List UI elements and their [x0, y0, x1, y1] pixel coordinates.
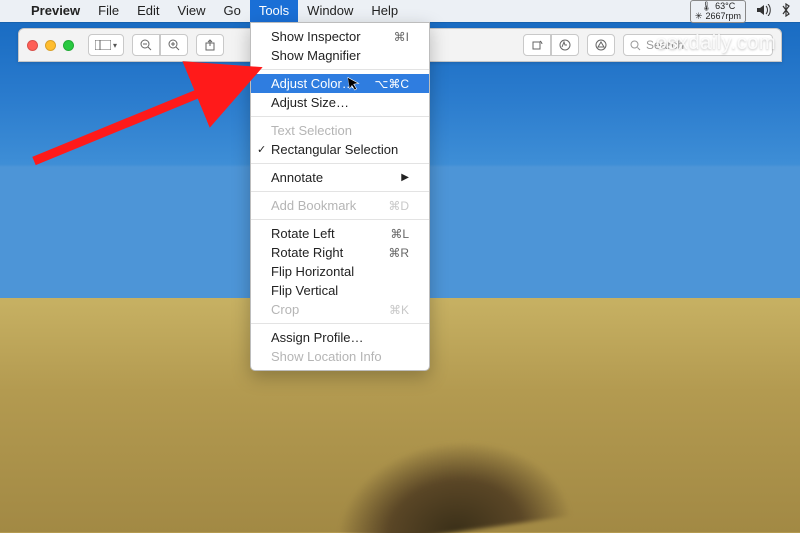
menu-item-label: Adjust Color… — [271, 76, 355, 91]
menu-item-label: Show Location Info — [271, 349, 382, 364]
menu-item-label: Assign Profile… — [271, 330, 363, 345]
menu-item-label: Rectangular Selection — [271, 142, 398, 157]
menu-item-label: Annotate — [271, 170, 323, 185]
menu-view[interactable]: View — [169, 0, 215, 22]
window-minimize-button[interactable] — [45, 40, 56, 51]
markup-button[interactable] — [551, 34, 579, 56]
inspector-button[interactable] — [587, 34, 615, 56]
status-rpm: 2667rpm — [705, 12, 741, 21]
status-temp: 63°C — [715, 2, 735, 11]
zoom-group — [132, 34, 188, 56]
app-menu[interactable]: Preview — [22, 0, 89, 22]
menu-go[interactable]: Go — [214, 0, 249, 22]
menu-item-label: Rotate Left — [271, 226, 335, 241]
menu-item-text-selection: Text Selection — [251, 121, 429, 140]
menu-separator — [251, 191, 429, 192]
submenu-arrow-icon: ▶ — [401, 172, 409, 183]
search-icon — [630, 40, 641, 51]
menu-item-show-inspector[interactable]: Show Inspector ⌘I — [251, 27, 429, 46]
menu-separator — [251, 323, 429, 324]
watermark-text: osxdaily.com — [656, 32, 776, 55]
menu-item-label: Adjust Size… — [271, 95, 349, 110]
menu-item-flip-horizontal[interactable]: Flip Horizontal — [251, 262, 429, 281]
sidebar-view-button[interactable]: ▾ — [88, 34, 124, 56]
menu-item-show-location-info: Show Location Info — [251, 347, 429, 366]
wallpaper-shadow — [294, 354, 594, 533]
menu-item-adjust-size[interactable]: Adjust Size… — [251, 93, 429, 112]
menu-item-show-magnifier[interactable]: Show Magnifier — [251, 46, 429, 65]
system-status-chip[interactable]: 🌡63°C ✳2667rpm — [690, 0, 746, 23]
menu-item-rotate-right[interactable]: Rotate Right ⌘R — [251, 243, 429, 262]
menu-item-shortcut: ⌘L — [390, 227, 409, 241]
tools-dropdown-menu: Show Inspector ⌘I Show Magnifier Adjust Col… — [250, 22, 430, 371]
zoom-out-button[interactable] — [132, 34, 160, 56]
menu-tools[interactable]: Tools — [250, 0, 298, 22]
menu-item-label: Add Bookmark — [271, 198, 356, 213]
menu-file[interactable]: File — [89, 0, 128, 22]
thermometer-icon: 🌡 — [701, 2, 712, 11]
menu-item-adjust-color[interactable]: Adjust Color… ⌥⌘C — [251, 74, 429, 93]
menu-item-label: Rotate Right — [271, 245, 343, 260]
menu-item-label: Flip Vertical — [271, 283, 338, 298]
menu-item-flip-vertical[interactable]: Flip Vertical — [251, 281, 429, 300]
menu-item-assign-profile[interactable]: Assign Profile… — [251, 328, 429, 347]
menu-item-shortcut: ⌘D — [388, 199, 409, 213]
menu-separator — [251, 219, 429, 220]
menu-item-shortcut: ⌘R — [388, 246, 409, 260]
share-button[interactable] — [196, 34, 224, 56]
menu-item-crop: Crop ⌘K — [251, 300, 429, 319]
menu-separator — [251, 69, 429, 70]
menu-separator — [251, 116, 429, 117]
menu-bar: Preview File Edit View Go Tools Window H… — [0, 0, 800, 22]
menu-item-label: Text Selection — [271, 123, 352, 138]
menu-window[interactable]: Window — [298, 0, 362, 22]
menu-item-add-bookmark: Add Bookmark ⌘D — [251, 196, 429, 215]
menu-item-label: Crop — [271, 302, 299, 317]
menu-help[interactable]: Help — [362, 0, 407, 22]
menu-item-annotate[interactable]: Annotate ▶ — [251, 168, 429, 187]
menu-bar-right: 🌡63°C ✳2667rpm — [690, 0, 790, 23]
volume-icon[interactable] — [756, 4, 772, 19]
bluetooth-icon[interactable] — [782, 3, 790, 20]
menu-item-shortcut: ⌘I — [394, 30, 409, 44]
rotate-button[interactable] — [523, 34, 551, 56]
checkmark-icon: ✓ — [257, 143, 266, 156]
menu-item-rectangular-selection[interactable]: ✓ Rectangular Selection — [251, 140, 429, 159]
menu-separator — [251, 163, 429, 164]
menu-edit[interactable]: Edit — [128, 0, 168, 22]
menu-item-shortcut: ⌘K — [389, 303, 409, 317]
menu-item-label: Show Inspector — [271, 29, 361, 44]
menu-item-label: Flip Horizontal — [271, 264, 354, 279]
annotate-group — [523, 34, 579, 56]
fan-icon: ✳ — [695, 12, 703, 21]
traffic-lights — [27, 40, 74, 51]
menu-item-label: Show Magnifier — [271, 48, 361, 63]
window-zoom-button[interactable] — [63, 40, 74, 51]
menu-bar-left: Preview File Edit View Go Tools Window H… — [10, 0, 407, 22]
menu-item-shortcut: ⌥⌘C — [375, 77, 410, 91]
zoom-in-button[interactable] — [160, 34, 188, 56]
menu-item-rotate-left[interactable]: Rotate Left ⌘L — [251, 224, 429, 243]
window-close-button[interactable] — [27, 40, 38, 51]
